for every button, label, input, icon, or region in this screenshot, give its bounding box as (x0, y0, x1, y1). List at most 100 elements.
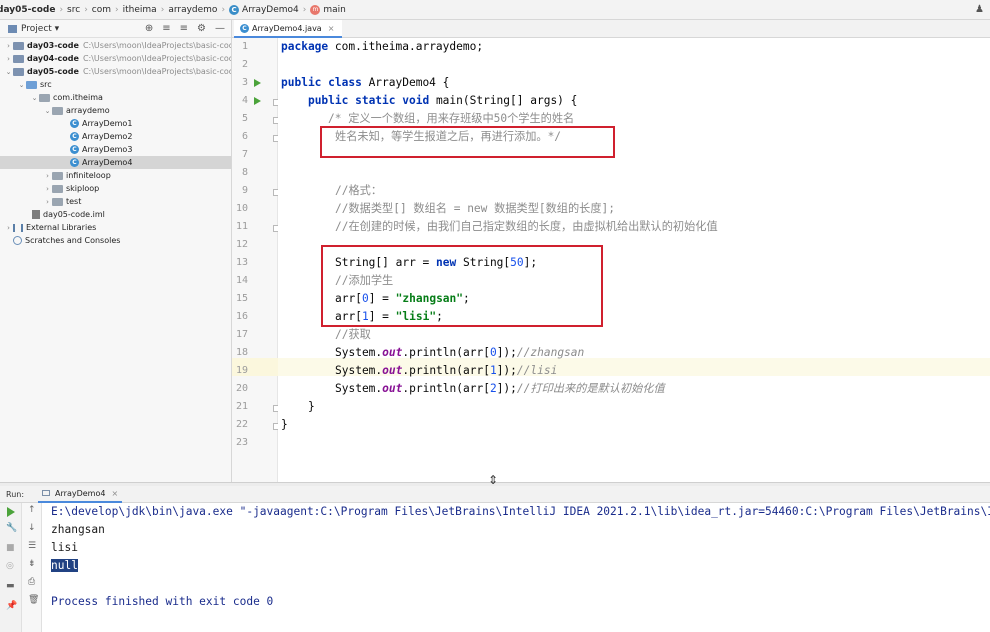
editor-tab-bar: C ArrayDemo4.java × (232, 20, 990, 38)
line-number: 12 (235, 239, 248, 250)
breadcrumb-itheima[interactable]: itheima (120, 5, 160, 15)
run-config-icon (42, 490, 51, 496)
chevron-down-icon[interactable]: ⌄ (30, 94, 39, 102)
code-line-11: //在创建的时候，由我们自己指定数组的长度，由虚拟机给出默认的初始化值 (335, 220, 718, 233)
arrow-up-icon[interactable]: ↑ (28, 505, 36, 515)
line-number: 1 (241, 41, 248, 52)
tree-item-src[interactable]: ⌄ src (17, 78, 52, 91)
tree-item-label: test (66, 197, 82, 206)
tree-item-arraydemo[interactable]: ⌄ arraydemo (43, 104, 110, 117)
console-exit-line: Process finished with exit code 0 (51, 595, 274, 608)
trash-icon[interactable]: 🗑 (28, 595, 39, 605)
tab-arraydemo4[interactable]: C ArrayDemo4.java × (234, 20, 343, 38)
line-number: 2 (241, 59, 248, 70)
pin-icon[interactable]: 📌 (6, 601, 17, 611)
breadcrumb-src[interactable]: src (64, 5, 83, 15)
tree-item-label: ArrayDemo1 (82, 119, 133, 128)
class-icon: C (229, 4, 240, 15)
user-icon[interactable]: ♟ (975, 4, 984, 15)
chevron-right-icon[interactable]: › (4, 224, 13, 232)
code-text: ]); (496, 382, 517, 395)
breadcrumb-method[interactable]: m main (307, 4, 349, 15)
arrow-down-icon[interactable]: ↓ (28, 523, 36, 533)
tree-item-arraydemo4[interactable]: C ArrayDemo4 (0, 156, 231, 169)
breadcrumb-project[interactable]: day05-code (0, 5, 58, 15)
tree-item-day05[interactable]: ⌄ day05-code C:\Users\moon\IdeaProjects\ba… (4, 65, 231, 78)
code-line-4: public static void main(String[] args) { (281, 92, 577, 110)
close-icon[interactable]: × (111, 489, 118, 498)
code-editor[interactable]: package com.itheima.arraydemo; public cl… (278, 38, 990, 482)
tree-item-arraydemo3[interactable]: C ArrayDemo3 (70, 143, 132, 156)
chevron-right-icon[interactable]: › (4, 55, 13, 63)
code-text: System. (335, 346, 383, 359)
code-line-19: System.out.println(arr[1]);//lisi (335, 362, 557, 380)
chevron-down-icon[interactable]: ⌄ (43, 107, 52, 115)
run-tab-arraydemo4[interactable]: ArrayDemo4 × (38, 486, 123, 503)
line-number: 21 (235, 401, 248, 412)
tree-item-external-libraries[interactable]: › External Libraries (4, 221, 96, 234)
tree-item-day03[interactable]: › day03-code C:\Users\moon\IdeaProjects\ba… (4, 39, 232, 52)
chevron-down-icon[interactable]: ⌄ (17, 81, 26, 89)
project-view-selector[interactable]: Project ▾ (8, 24, 59, 34)
code-line-22: } (281, 418, 288, 431)
breadcrumb-com[interactable]: com (89, 5, 114, 15)
tree-item-path: C:\Users\moon\IdeaProjects\basic-code (82, 41, 232, 50)
run-main-icon[interactable] (254, 97, 261, 105)
tree-item-arraydemo2[interactable]: C ArrayDemo2 (70, 130, 132, 143)
collapse-all-icon[interactable]: ≡ (180, 23, 188, 34)
line-number: 18 (235, 347, 248, 358)
breadcrumb-arraydemo[interactable]: arraydemo (165, 5, 220, 15)
soft-wrap-icon[interactable]: ☰ (28, 541, 36, 551)
locate-icon[interactable]: ⊕ (145, 23, 153, 34)
line-number: 7 (241, 149, 248, 160)
module-folder-icon (13, 67, 24, 76)
line-number: 9 (241, 185, 248, 196)
run-class-icon[interactable] (254, 79, 261, 87)
close-icon[interactable]: × (328, 24, 335, 33)
tree-item-com-itheima[interactable]: ⌄ com.itheima (30, 91, 103, 104)
expand-all-icon[interactable]: ≡ (162, 23, 170, 34)
tree-item-infiniteloop[interactable]: › infiniteloop (43, 169, 111, 182)
code-text: .println(arr[ (402, 364, 490, 377)
breadcrumb-class[interactable]: C ArrayDemo4 (226, 4, 302, 15)
project-icon (8, 24, 17, 33)
tree-item-scratches[interactable]: Scratches and Consoles (13, 234, 120, 247)
chevron-right-icon[interactable]: › (43, 198, 52, 206)
console-output-line: zhangsan (51, 523, 105, 536)
chevron-right-icon[interactable]: › (43, 185, 52, 193)
stop-icon[interactable]: ■ (6, 543, 15, 553)
print-icon[interactable]: ⎙ (28, 577, 35, 587)
gear-icon[interactable]: ⚙ (197, 23, 206, 34)
console-output-line: lisi (51, 541, 78, 554)
tree-item-skiploop[interactable]: › skiploop (43, 182, 99, 195)
scroll-to-end-icon[interactable]: ⇟ (28, 559, 36, 569)
wrench-icon[interactable]: 🔧 (6, 523, 17, 533)
line-number: 20 (235, 383, 248, 394)
hide-icon[interactable]: — (215, 23, 225, 34)
tab-label: ArrayDemo4.java (252, 23, 322, 33)
rerun-icon[interactable] (7, 507, 15, 517)
console-output[interactable]: E:\develop\jdk\bin\java.exe "-javaagent:… (42, 503, 990, 632)
library-icon (13, 223, 23, 232)
tree-item-arraydemo1[interactable]: C ArrayDemo1 (70, 117, 132, 130)
keyword: package (281, 40, 329, 53)
tree-item-iml[interactable]: day05-code.iml (32, 208, 105, 221)
tree-item-test[interactable]: › test (43, 195, 81, 208)
line-number: 23 (235, 437, 248, 448)
line-number: 4 (241, 95, 248, 106)
line-number: 10 (235, 203, 248, 214)
package-icon (52, 106, 63, 115)
tree-item-label: External Libraries (26, 223, 97, 232)
chevron-right-icon[interactable]: › (4, 42, 13, 50)
tree-item-label: ArrayDemo4 (82, 158, 133, 167)
camera-icon[interactable]: ◎ (6, 561, 14, 571)
tree-item-day04[interactable]: › day04-code C:\Users\moon\IdeaProjects\ba… (4, 52, 231, 65)
static-field: out (382, 364, 403, 377)
resize-cursor-icon: ⇕ (488, 473, 499, 487)
chevron-down-icon[interactable]: ⌄ (4, 68, 13, 76)
tree-item-label: com.itheima (53, 93, 103, 102)
chevron-right-icon[interactable]: › (43, 172, 52, 180)
method-icon: m (310, 4, 321, 15)
code-text: System. (335, 382, 383, 395)
layout-icon[interactable]: ▬ (6, 581, 15, 591)
